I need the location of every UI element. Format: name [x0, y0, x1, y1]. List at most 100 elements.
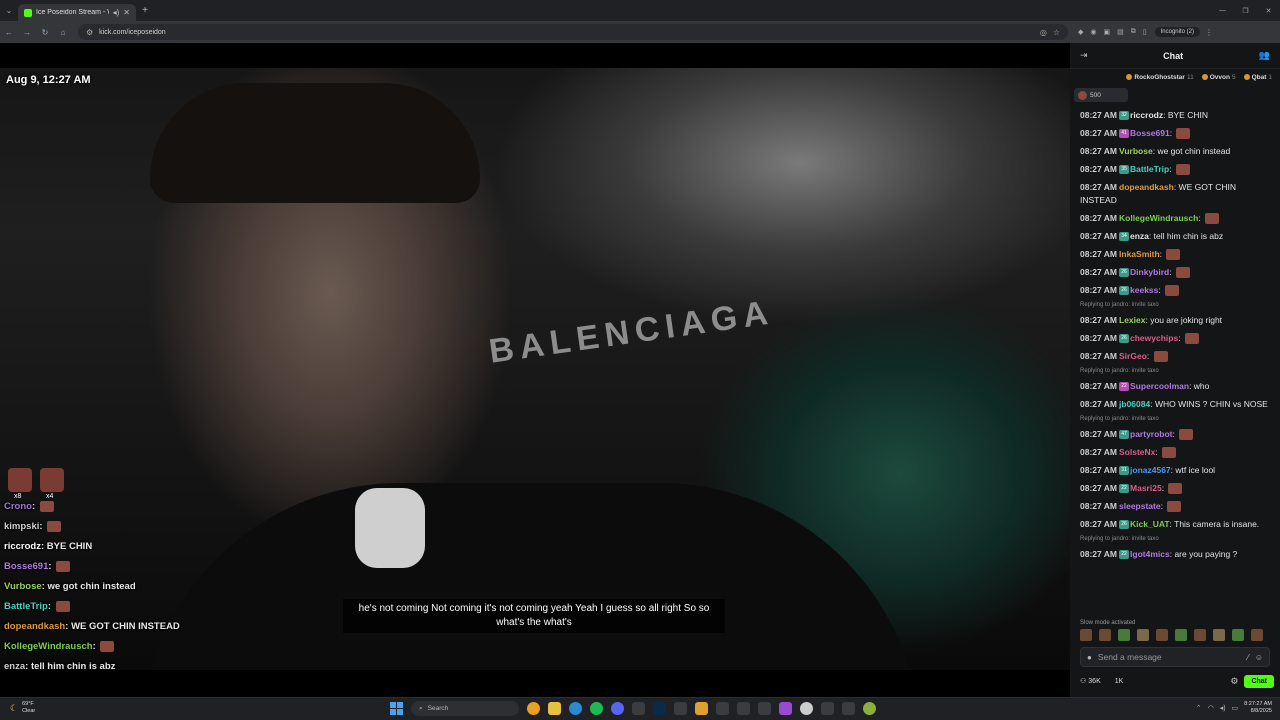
emote-icon[interactable]	[1213, 629, 1225, 641]
chat-username[interactable]: Bosse691	[1130, 128, 1170, 138]
chat-message[interactable]: 08:27 AM 35 BattleTrip:	[1080, 163, 1272, 176]
leaderboard-entry[interactable]: Qbat 1	[1243, 74, 1272, 81]
chat-username[interactable]: SirGeo	[1119, 351, 1147, 361]
extension-icon[interactable]: ◉	[1090, 28, 1096, 36]
emote-icon[interactable]	[1156, 629, 1168, 641]
spotify-icon[interactable]	[590, 702, 603, 715]
incognito-badge[interactable]: Incognito (2)	[1154, 27, 1200, 37]
chat-input[interactable]: ● Send a message ⁄ ☺	[1080, 647, 1270, 667]
sidebar-icon[interactable]: ▯	[1143, 28, 1147, 36]
app-icon[interactable]	[632, 702, 645, 715]
collapse-chat-icon[interactable]: ⇥	[1080, 50, 1088, 61]
chat-message[interactable]: 08:27 AM SirGeo:	[1080, 350, 1272, 363]
extension-icon[interactable]: ▤	[1117, 28, 1124, 36]
emote-icon[interactable]	[1251, 629, 1263, 641]
app-icon[interactable]	[863, 702, 876, 715]
new-tab-button[interactable]: +	[136, 5, 154, 16]
chat-username[interactable]: Supercoolman	[1130, 381, 1189, 391]
emote-icon[interactable]	[1099, 629, 1111, 641]
extension-icon[interactable]: ▣	[1104, 28, 1111, 36]
emote-icon[interactable]	[1194, 629, 1206, 641]
emote-icon[interactable]	[1175, 629, 1187, 641]
chat-message[interactable]: 08:27 AM 26 Kick_UAT: This camera is insan…	[1080, 518, 1272, 531]
restore-icon[interactable]: ❐	[1234, 0, 1257, 21]
chat-message[interactable]: 08:27 AM 26 keekss:	[1080, 284, 1272, 297]
emote-icon[interactable]	[1080, 629, 1092, 641]
forward-icon[interactable]: →	[18, 28, 36, 37]
reload-icon[interactable]: ↻	[36, 28, 54, 37]
chat-message[interactable]: 08:27 AM 22 Masri25:	[1080, 482, 1272, 495]
leaderboard-entry[interactable]: Ovvon 5	[1201, 74, 1236, 81]
pinned-gift[interactable]: 500	[1074, 88, 1128, 102]
leaderboard-entry[interactable]: RockoGhoststar 11	[1126, 74, 1194, 81]
battery-icon[interactable]: ▭	[1232, 704, 1239, 712]
network-icon[interactable]: ◠	[1208, 704, 1214, 712]
close-window-icon[interactable]: ✕	[1257, 0, 1280, 21]
chat-username[interactable]: Kick_UAT	[1130, 519, 1170, 529]
video-player[interactable]: BALENCIAGA Aug 9, 12:27 AM x8 x4 Crono: …	[0, 43, 1070, 670]
chat-username[interactable]: dopeandkash	[1119, 182, 1174, 192]
send-chat-button[interactable]: Chat	[1244, 674, 1274, 688]
chat-username[interactable]: keekss	[1130, 285, 1158, 295]
chat-settings-icon[interactable]: ⚙	[1230, 676, 1238, 687]
tab-list-icon[interactable]: ⌄	[0, 0, 18, 21]
emote-icon[interactable]	[1232, 629, 1244, 641]
chat-message[interactable]: 08:27 AM jb06084: WHO WINS ? CHIN vs NOSE	[1080, 398, 1272, 411]
chat-message[interactable]: 08:27 AM 26 chewychips:	[1080, 332, 1272, 345]
taskbar-search[interactable]: ⌕ Search	[411, 701, 519, 716]
chat-username[interactable]: Igot4mics	[1130, 549, 1170, 559]
chat-username[interactable]: Dinkybird	[1130, 267, 1169, 277]
site-info-icon[interactable]: ⚙	[86, 28, 93, 37]
chrome-icon[interactable]	[527, 702, 540, 715]
start-icon[interactable]	[390, 702, 403, 715]
chat-message[interactable]: 08:27 AM sleepstate:	[1080, 500, 1272, 513]
chat-message[interactable]: 08:27 AM 34 enza: tell him chin is abz	[1080, 230, 1272, 243]
emote-picker-icon[interactable]: ☺	[1255, 653, 1263, 662]
extension-icon[interactable]: ◆	[1078, 28, 1083, 36]
chat-message[interactable]: 08:27 AM Lexiex: you are joking right	[1080, 314, 1272, 327]
chat-username[interactable]: jonaz4567	[1130, 465, 1171, 475]
chat-username[interactable]: Vurbose	[1119, 146, 1153, 156]
chat-message[interactable]: 08:27 AM SolsteNx:	[1080, 446, 1272, 459]
chat-message[interactable]: 08:27 AM 32 riccrodz: BYE CHIN	[1080, 109, 1272, 122]
chat-username[interactable]: BattleTrip	[1130, 164, 1169, 174]
file-explorer-icon[interactable]	[548, 702, 561, 715]
chat-username[interactable]: partyrobot	[1130, 429, 1173, 439]
volume-icon[interactable]: ◂)	[1220, 704, 1226, 712]
chat-message[interactable]: 08:27 AM 47 partyrobot:	[1080, 428, 1272, 441]
puzzle-icon[interactable]: ⧉	[1131, 28, 1136, 36]
chat-username[interactable]: KollegeWindrausch	[1119, 213, 1198, 223]
chat-message[interactable]: 08:27 AM 22 Igot4mics: are you paying ?	[1080, 548, 1272, 561]
app-icon[interactable]	[800, 702, 813, 715]
emoji-icon[interactable]: ●	[1087, 653, 1092, 662]
chat-username[interactable]: sleepstate	[1119, 501, 1161, 511]
home-icon[interactable]: ⌂	[54, 28, 72, 37]
chevron-up-icon[interactable]: ⌃	[1196, 704, 1202, 712]
app-icon[interactable]	[779, 702, 792, 715]
back-icon[interactable]: ←	[0, 28, 18, 37]
app-icon[interactable]	[674, 702, 687, 715]
chat-username[interactable]: Masri25	[1130, 483, 1162, 493]
taskbar-clock[interactable]: 8:27:27 AM 8/8/2025	[1244, 701, 1272, 715]
chat-username[interactable]: enza	[1130, 231, 1149, 241]
chat-message[interactable]: 08:27 AM InkaSmith:	[1080, 248, 1272, 261]
menu-icon[interactable]: ⋮	[1200, 28, 1218, 37]
address-input[interactable]: ⚙ kick.com/iceposeidon ◎ ☆	[78, 24, 1068, 40]
chat-username[interactable]: InkaSmith	[1119, 249, 1160, 259]
users-icon[interactable]: 👥	[1259, 50, 1270, 61]
app-icon[interactable]	[821, 702, 834, 715]
minimize-icon[interactable]: —	[1211, 0, 1234, 21]
eye-off-icon[interactable]: ◎	[1040, 28, 1047, 37]
photoshop-icon[interactable]	[653, 702, 666, 715]
close-tab-icon[interactable]: ✕	[123, 8, 130, 17]
chat-message[interactable]: 08:27 AM 31 jonaz4567: wtf ice lool	[1080, 464, 1272, 477]
tab-active[interactable]: Ice Poseidon Stream - Watc ◂) ✕	[18, 4, 136, 21]
chat-username[interactable]: jb06084	[1119, 399, 1150, 409]
audio-icon[interactable]: ◂)	[113, 8, 120, 17]
app-icon[interactable]	[737, 702, 750, 715]
chat-message[interactable]: 08:27 AM 22 Supercoolman: who	[1080, 380, 1272, 393]
chat-message[interactable]: 08:27 AM 26 Dinkybird:	[1080, 266, 1272, 279]
emote-icon[interactable]	[1118, 629, 1130, 641]
chat-message[interactable]: 08:27 AM Vurbose: we got chin instead	[1080, 145, 1272, 158]
chat-username[interactable]: riccrodz	[1130, 110, 1163, 120]
